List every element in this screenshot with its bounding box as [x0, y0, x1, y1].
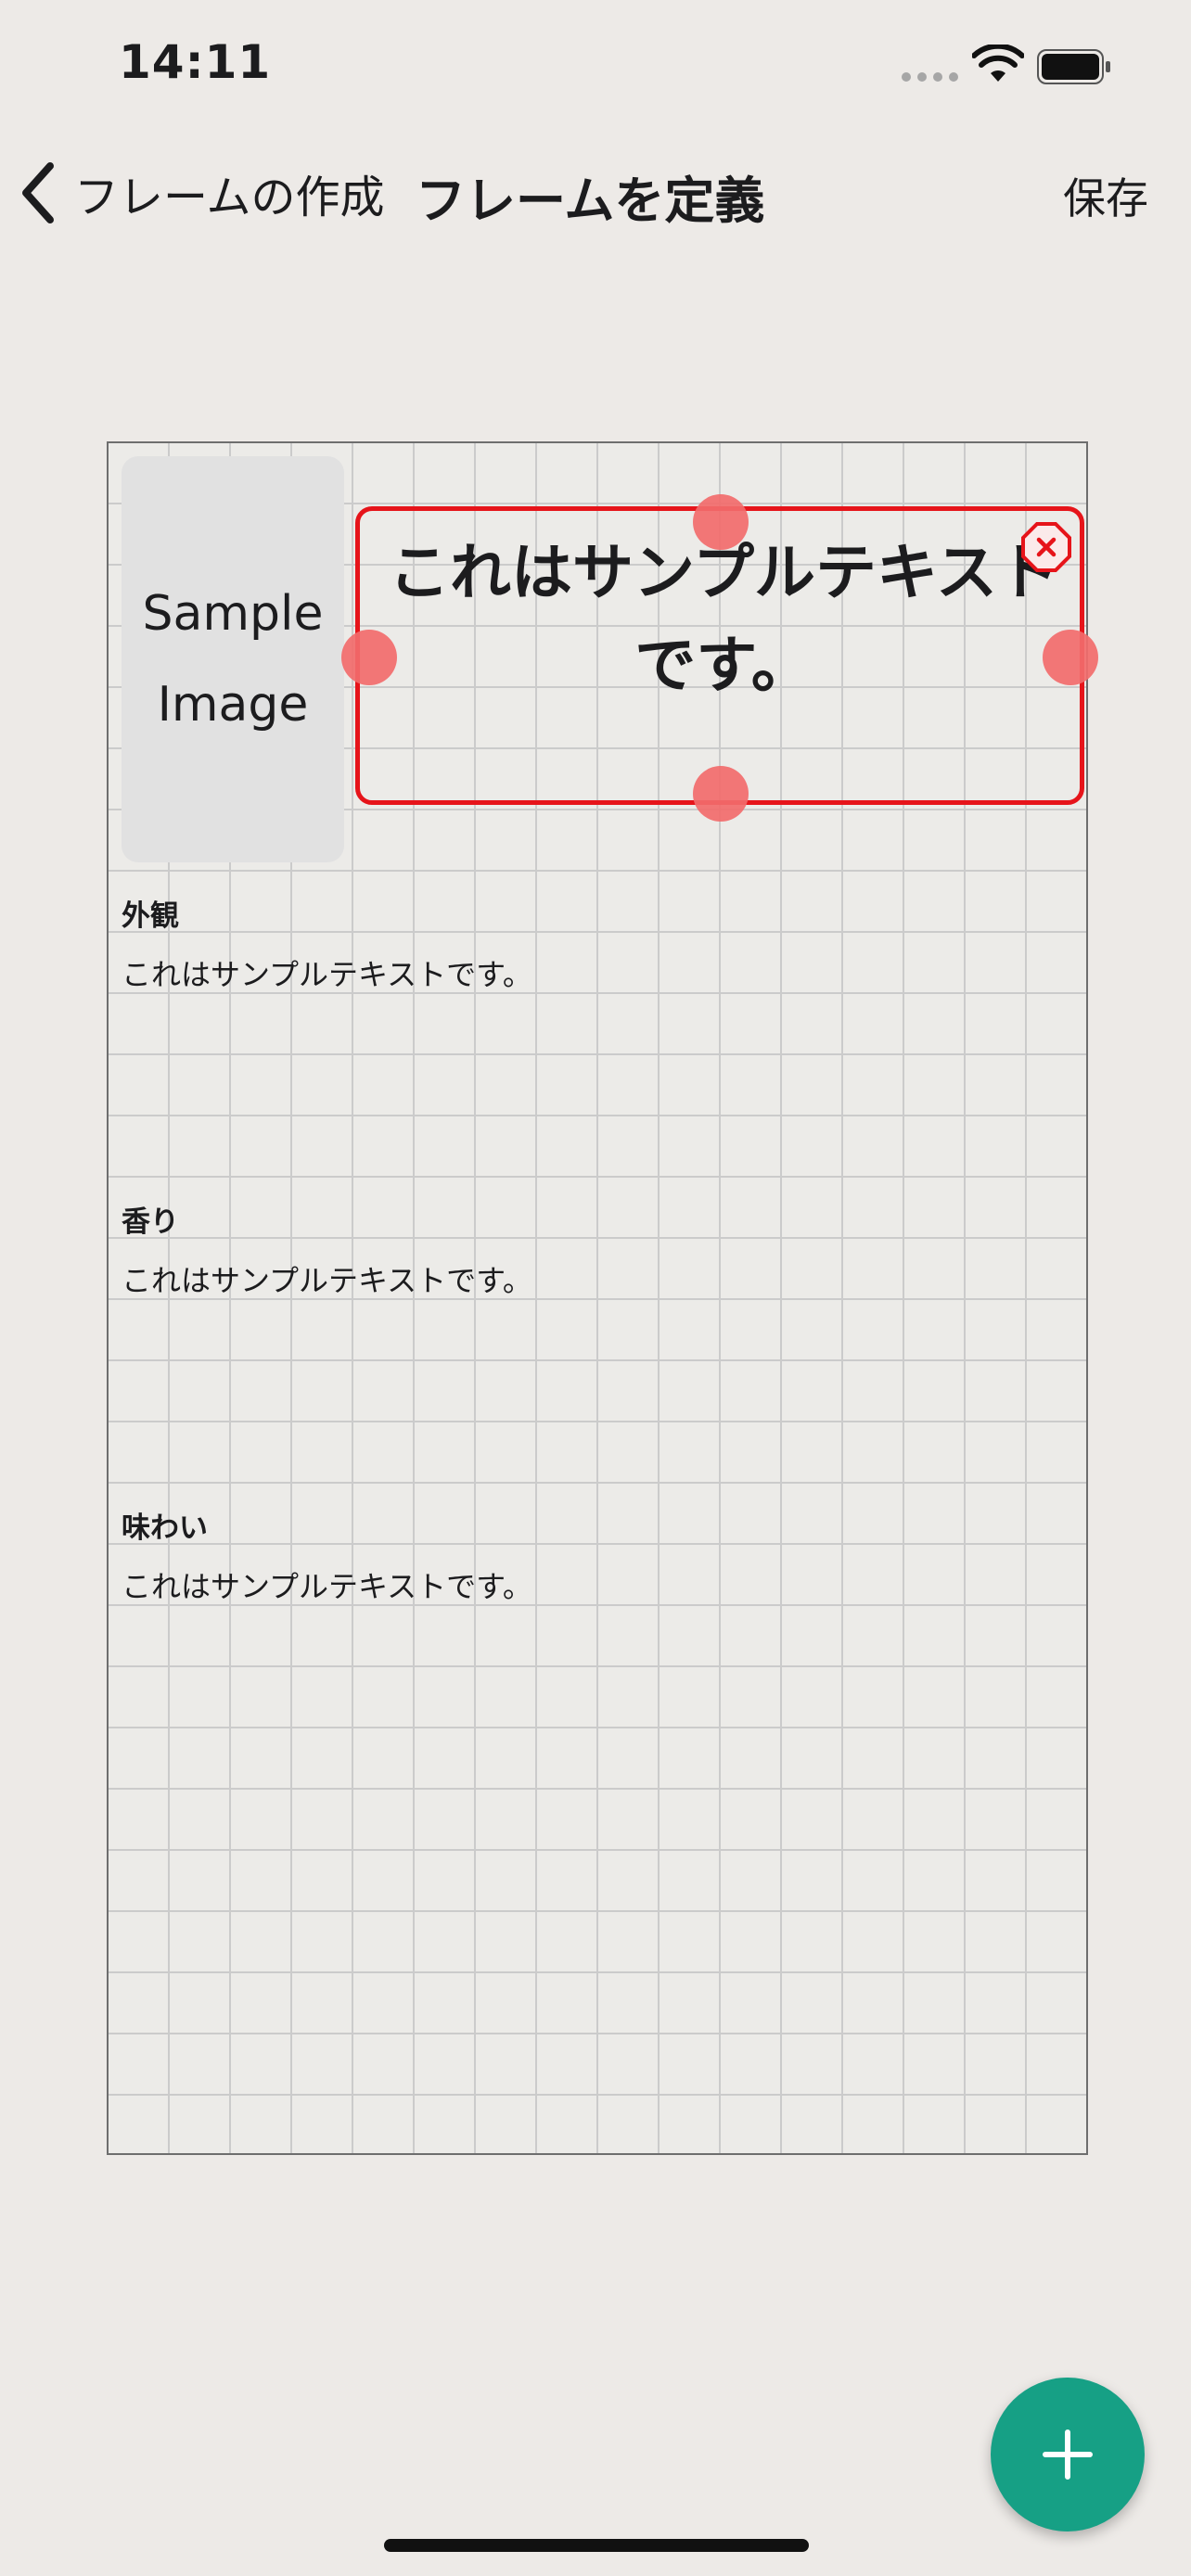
sample-image-placeholder[interactable]: Sample Image [122, 456, 344, 862]
section-body-appearance[interactable]: これはサンプルテキストです。 [122, 951, 532, 994]
sample-image-label: Sample Image [142, 586, 324, 733]
home-indicator[interactable] [384, 2539, 809, 2552]
plus-icon [1043, 2429, 1093, 2480]
section-body-aroma[interactable]: これはサンプルテキストです。 [122, 1257, 532, 1300]
add-element-button[interactable] [991, 2378, 1145, 2531]
selected-text-content[interactable]: これはサンプルテキストです。 [368, 527, 1079, 712]
cellular-signal-icon [902, 72, 958, 82]
resize-handle-bottom[interactable] [693, 766, 749, 822]
section-body-taste[interactable]: これはサンプルテキストです。 [122, 1563, 532, 1606]
status-time: 14:11 [119, 35, 272, 89]
back-button[interactable]: フレームの作成 [19, 156, 385, 230]
section-heading-taste[interactable]: 味わい [122, 1504, 208, 1546]
back-button-label: フレームの作成 [74, 172, 385, 223]
resize-handle-left[interactable] [341, 630, 397, 685]
chevron-left-icon [22, 162, 54, 223]
section-heading-appearance[interactable]: 外観 [122, 892, 179, 934]
section-heading-aroma[interactable]: 香り [122, 1198, 179, 1240]
close-octagon-icon[interactable] [1020, 521, 1072, 573]
resize-handle-top[interactable] [693, 494, 749, 550]
battery-icon [1037, 49, 1110, 84]
resize-handle-right[interactable] [1043, 630, 1098, 685]
wifi-icon [972, 45, 1024, 82]
save-button[interactable]: 保存 [1063, 165, 1148, 226]
page-title: フレームを定義 [416, 172, 765, 230]
